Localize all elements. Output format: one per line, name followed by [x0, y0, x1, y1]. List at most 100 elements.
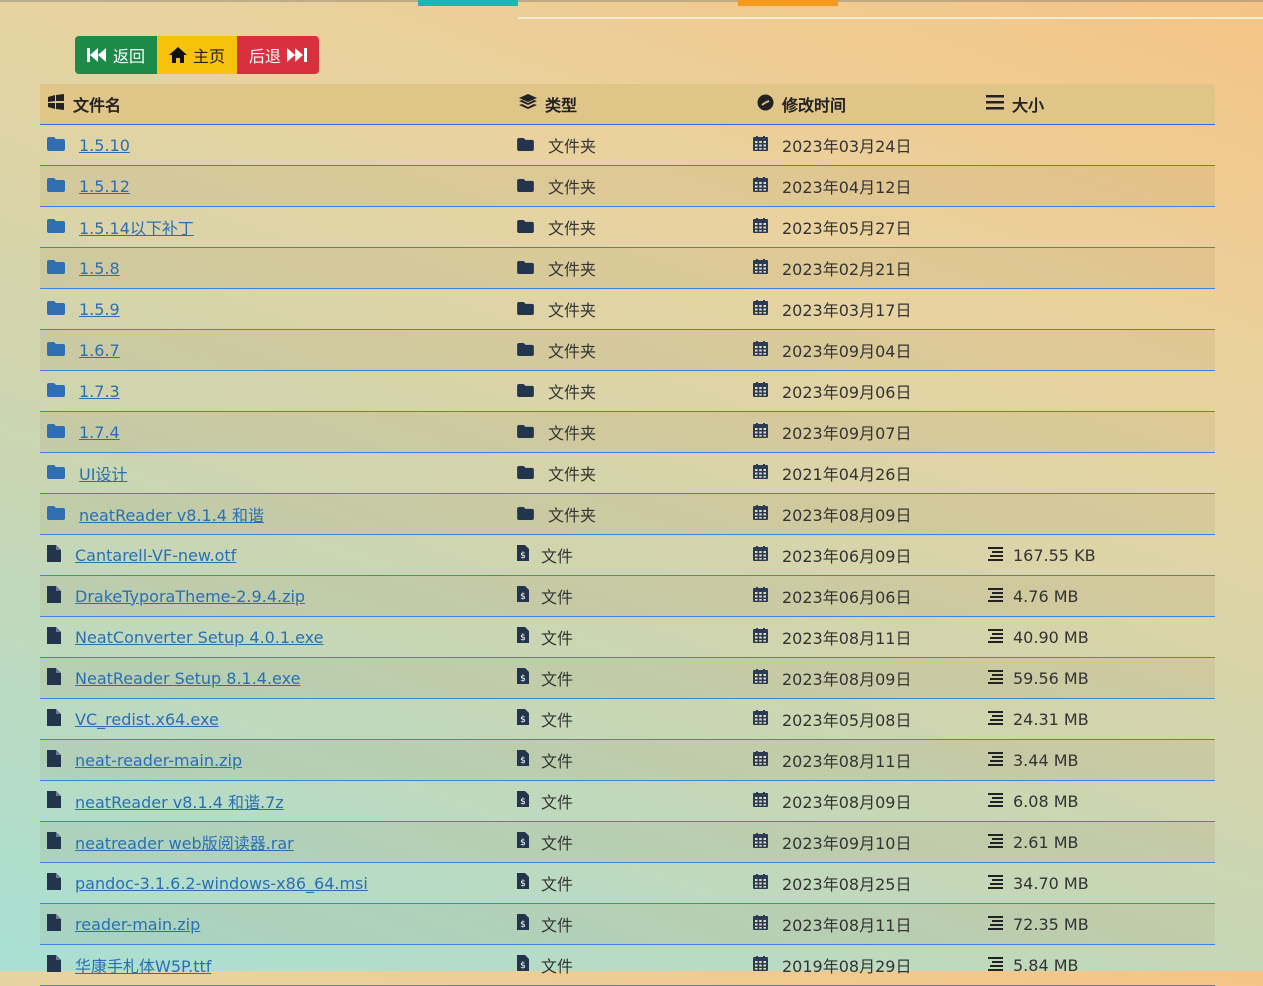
- file-link[interactable]: neatreader web版阅读器.rar: [75, 830, 294, 854]
- table-row: neatReader v8.1.4 和谐 文件夹 2023年08月09日: [40, 494, 1215, 535]
- modified-date: 2023年08月11日: [782, 629, 912, 648]
- folder-icon: [47, 300, 65, 319]
- folder-type-icon: [517, 177, 534, 196]
- file-type-icon: $: [517, 627, 529, 647]
- folder-type-icon: [517, 423, 534, 442]
- table-row: NeatConverter Setup 4.0.1.exe $ 文件 2023年08月…: [40, 617, 1215, 658]
- file-link[interactable]: UI设计: [79, 461, 127, 485]
- file-link[interactable]: Cantarell-VF-new.otf: [75, 546, 236, 565]
- file-link[interactable]: VC_redist.x64.exe: [75, 710, 219, 729]
- file-link[interactable]: reader-main.zip: [75, 915, 200, 934]
- back-label: 返回: [113, 47, 146, 66]
- folder-icon: [47, 136, 65, 155]
- file-link[interactable]: 1.5.14以下补丁: [79, 215, 194, 239]
- bars-icon: [986, 94, 1004, 114]
- size-icon: [988, 792, 1003, 811]
- file-icon: [47, 749, 61, 771]
- folder-icon: [47, 464, 65, 483]
- file-link[interactable]: neatReader v8.1.4 和谐.7z: [75, 789, 284, 813]
- file-icon: [47, 872, 61, 894]
- size-icon: [988, 710, 1003, 729]
- file-icon: [47, 626, 61, 648]
- header-size[interactable]: 大小: [1012, 92, 1044, 116]
- calendar-icon: [753, 135, 768, 155]
- file-link[interactable]: pandoc-3.1.6.2-windows-x86_64.msi: [75, 874, 368, 893]
- modified-date: 2023年09月04日: [782, 342, 912, 361]
- folder-type-icon: [517, 464, 534, 483]
- folder-icon: [47, 382, 65, 401]
- file-type-icon: $: [517, 873, 529, 893]
- file-type-icon: $: [517, 709, 529, 729]
- folder-type-icon: [517, 505, 534, 524]
- modified-date: 2023年06月09日: [782, 547, 912, 566]
- file-link[interactable]: 1.7.4: [79, 423, 120, 442]
- fast-forward-icon: [287, 47, 308, 63]
- calendar-icon: [753, 340, 768, 360]
- calendar-icon: [753, 217, 768, 237]
- file-link[interactable]: 1.5.8: [79, 259, 120, 278]
- calendar-icon: [753, 668, 768, 688]
- modified-date: 2023年05月08日: [782, 711, 912, 730]
- nav-button-group: 返回 主页 后退: [75, 36, 320, 74]
- file-size: 167.55 KB: [1013, 545, 1096, 565]
- file-icon: [47, 708, 61, 730]
- layers-icon: [519, 94, 537, 114]
- file-size: 24.31 MB: [1013, 709, 1089, 729]
- type-label: 文件: [541, 547, 574, 566]
- file-size: 5.84 MB: [1013, 955, 1079, 975]
- header-type[interactable]: 类型: [545, 92, 577, 116]
- size-icon: [988, 833, 1003, 852]
- modified-date: 2023年08月25日: [782, 875, 912, 894]
- file-link[interactable]: 1.5.9: [79, 300, 120, 319]
- back-button[interactable]: 返回: [75, 36, 158, 74]
- file-link[interactable]: DrakeTyporaTheme-2.9.4.zip: [75, 587, 305, 606]
- modified-date: 2023年09月10日: [782, 834, 912, 853]
- modified-date: 2023年03月24日: [782, 137, 912, 156]
- size-icon: [988, 956, 1003, 975]
- calendar-icon: [753, 750, 768, 770]
- modified-date: 2023年03月17日: [782, 301, 912, 320]
- file-size: 2.61 MB: [1013, 832, 1079, 852]
- svg-text:$: $: [520, 674, 526, 684]
- modified-date: 2023年09月06日: [782, 383, 912, 402]
- svg-text:$: $: [520, 797, 526, 807]
- file-link[interactable]: 1.6.7: [79, 341, 120, 360]
- file-type-icon: $: [517, 791, 529, 811]
- type-label: 文件夹: [548, 301, 597, 320]
- size-icon: [988, 915, 1003, 934]
- modified-date: 2021年04月26日: [782, 465, 912, 484]
- modified-date: 2019年08月29日: [782, 957, 912, 976]
- file-link[interactable]: 1.7.3: [79, 382, 120, 401]
- file-link[interactable]: 华康手札体W5P.ttf: [75, 953, 211, 977]
- header-modified[interactable]: 修改时间: [782, 92, 846, 116]
- file-link[interactable]: neat-reader-main.zip: [75, 751, 242, 770]
- file-link[interactable]: 1.5.12: [79, 177, 130, 196]
- table-row: neatreader web版阅读器.rar $ 文件 2023年09月10日 2.61…: [40, 822, 1215, 863]
- table-row: 华康手札体W5P.ttf $ 文件 2019年08月29日 5.84 MB: [40, 945, 1215, 986]
- header-name[interactable]: 文件名: [73, 92, 121, 116]
- top-border: [0, 0, 1263, 2]
- home-button[interactable]: 主页: [157, 36, 238, 74]
- table-row: pandoc-3.1.6.2-windows-x86_64.msi $ 文件 2023…: [40, 863, 1215, 904]
- type-label: 文件: [541, 793, 574, 812]
- file-link[interactable]: NeatConverter Setup 4.0.1.exe: [75, 628, 324, 647]
- calendar-icon: [753, 504, 768, 524]
- table-row: Cantarell-VF-new.otf $ 文件 2023年06月09日 167.55…: [40, 535, 1215, 576]
- size-icon: [988, 587, 1003, 606]
- type-label: 文件: [541, 875, 574, 894]
- clock-icon: [757, 94, 774, 115]
- svg-text:$: $: [520, 756, 526, 766]
- file-icon: [47, 585, 61, 607]
- svg-text:$: $: [520, 961, 526, 971]
- file-link[interactable]: 1.5.10: [79, 136, 130, 155]
- calendar-icon: [753, 873, 768, 893]
- file-link[interactable]: NeatReader Setup 8.1.4.exe: [75, 669, 300, 688]
- calendar-icon: [753, 586, 768, 606]
- file-type-icon: $: [517, 914, 529, 934]
- type-label: 文件夹: [548, 383, 597, 402]
- file-link[interactable]: neatReader v8.1.4 和谐: [79, 502, 264, 526]
- forward-button[interactable]: 后退: [237, 36, 320, 74]
- modified-date: 2023年09月07日: [782, 424, 912, 443]
- windows-icon: [47, 94, 65, 114]
- calendar-icon: [753, 176, 768, 196]
